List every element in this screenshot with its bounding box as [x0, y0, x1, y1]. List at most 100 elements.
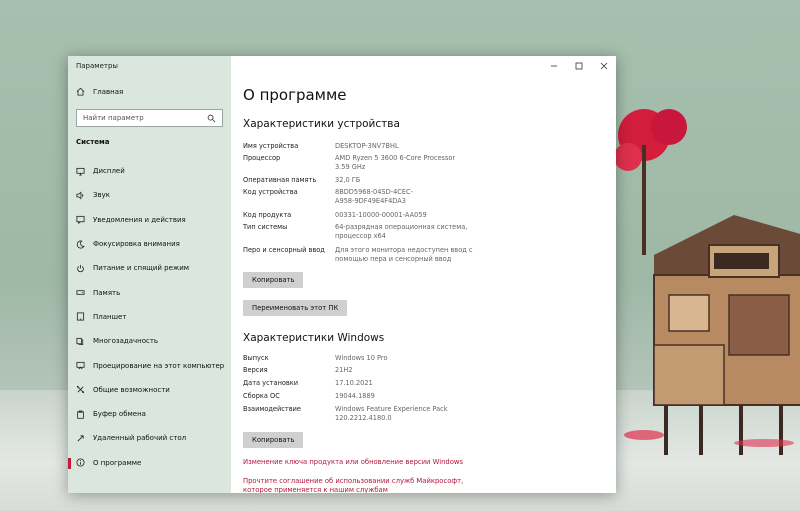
content-pane: О программе Характеристики устройства Им… — [231, 56, 616, 493]
spec-key: Дата установки — [243, 379, 299, 387]
spec-key: Сборка ОС — [243, 392, 280, 400]
sidebar-item-notifications[interactable]: Уведомления и действия — [68, 208, 231, 232]
sidebar-item-label: Фокусировка внимания — [93, 240, 180, 249]
services-agreement-link[interactable]: Прочтите соглашение об использовании слу… — [243, 477, 463, 493]
sidebar-item-projecting[interactable]: Проецирование на этот компьютер — [68, 353, 231, 377]
spec-install-date: Дата установки 17.10.2021 — [243, 379, 493, 388]
sidebar-item-power[interactable]: Питание и спящий режим — [68, 256, 231, 280]
spec-version: Версия 21H2 — [243, 366, 493, 375]
spec-key: Оперативная память — [243, 176, 317, 184]
monitor-icon — [76, 167, 85, 176]
search-input[interactable] — [83, 114, 203, 122]
spec-key: Тип системы — [243, 223, 288, 231]
sidebar-item-label: Уведомления и действия — [93, 215, 186, 224]
sidebar-item-label: Память — [93, 288, 121, 297]
remote-desktop-icon — [76, 434, 85, 443]
spec-value: AMD Ryzen 5 3600 6-Core Processor 3.59 G… — [335, 154, 456, 171]
info-icon — [76, 458, 85, 467]
spec-value: 00331-10000-00001-AA059 — [335, 211, 427, 219]
spec-edition: Выпуск Windows 10 Pro — [243, 354, 493, 363]
spec-key: Версия — [243, 366, 268, 374]
spec-key: Выпуск — [243, 354, 269, 362]
rename-pc-button[interactable]: Переименовать этот ПК — [243, 300, 348, 316]
sidebar-item-label: Дисплей — [93, 167, 125, 176]
spec-key: Код продукта — [243, 211, 292, 219]
minimize-icon — [550, 65, 557, 67]
moon-icon — [76, 240, 85, 249]
sidebar-item-label: Звук — [93, 191, 110, 200]
sidebar-item-label: Планшет — [93, 312, 127, 321]
windows-specs-heading: Характеристики Windows — [243, 332, 385, 344]
settings-window: Параметры Главная Система Дисплей Звук — [68, 56, 616, 493]
spec-device-id: Код устройства 8BDD5968-04SD-4CEC- A958-… — [243, 188, 493, 206]
notifications-icon — [76, 215, 85, 225]
page-title: О программе — [243, 86, 347, 104]
spec-value: 17.10.2021 — [335, 379, 373, 387]
spec-key: Имя устройства — [243, 142, 299, 150]
sidebar-item-display[interactable]: Дисплей — [68, 159, 231, 183]
projecting-icon — [76, 361, 85, 370]
window-controls — [541, 56, 616, 76]
maximize-icon — [575, 62, 582, 70]
change-product-key-link[interactable]: Изменение ключа продукта или обновление … — [243, 458, 463, 467]
spec-experience: Взаимодействие Windows Feature Experienc… — [243, 405, 493, 423]
spec-value: DESKTOP-3NV7BHL — [335, 142, 399, 150]
multitasking-icon — [76, 337, 85, 346]
search-box[interactable] — [76, 109, 223, 127]
spec-value: Windows Feature Experience Pack 120.2212… — [335, 405, 448, 422]
spec-value: 21H2 — [335, 366, 353, 374]
close-button[interactable] — [591, 56, 616, 76]
home-icon — [76, 87, 85, 96]
storage-icon — [76, 288, 85, 297]
spec-processor: Процессор AMD Ryzen 5 3600 6-Core Proces… — [243, 154, 493, 172]
close-icon — [600, 62, 607, 70]
copy-windows-specs-button[interactable]: Копировать — [243, 432, 304, 448]
spec-key: Код устройства — [243, 188, 298, 196]
sidebar-nav: Дисплей Звук Уведомления и действия Фоку… — [68, 159, 231, 475]
clipboard-icon — [76, 410, 85, 419]
sidebar-item-label: Проецирование на этот компьютер — [93, 361, 225, 370]
spec-ram: Оперативная память 32,0 ГБ — [243, 176, 493, 185]
shared-experiences-icon — [76, 385, 85, 394]
sidebar-item-label: Многозадачность — [93, 337, 159, 346]
spec-value: 32,0 ГБ — [335, 176, 361, 184]
copy-device-specs-button[interactable]: Копировать — [243, 272, 304, 288]
spec-os-build: Сборка ОС 19044.1889 — [243, 392, 493, 401]
spec-device-name: Имя устройства DESKTOP-3NV7BHL — [243, 142, 493, 151]
sidebar-item-label: О программе — [93, 458, 142, 467]
spec-pen-touch: Перо и сенсорный ввод Для этого монитора… — [243, 246, 493, 264]
wallpaper-stilt-house — [614, 109, 800, 455]
maximize-button[interactable] — [566, 56, 591, 76]
sidebar-item-remote-desktop[interactable]: Удаленный рабочий стол — [68, 426, 231, 450]
device-specs-heading: Характеристики устройства — [243, 118, 400, 130]
tablet-icon — [76, 312, 85, 321]
sidebar-item-multitasking[interactable]: Многозадачность — [68, 329, 231, 353]
spec-value: 19044.1889 — [335, 392, 375, 400]
spec-system-type: Тип системы 64-разрядная операционная си… — [243, 223, 493, 241]
speaker-icon — [76, 191, 85, 200]
spec-value: 64-разрядная операционная система, проце… — [335, 223, 468, 240]
spec-key: Взаимодействие — [243, 405, 301, 413]
sidebar-home-label: Главная — [93, 87, 124, 96]
sidebar-item-sound[interactable]: Звук — [68, 183, 231, 207]
spec-value: Windows 10 Pro — [335, 354, 388, 362]
window-title: Параметры — [76, 62, 118, 70]
sidebar-home[interactable]: Главная — [76, 87, 123, 96]
sidebar-item-clipboard[interactable]: Буфер обмена — [68, 402, 231, 426]
spec-value: 8BDD5968-04SD-4CEC- A958-9DF49E4F4DA3 — [335, 188, 414, 205]
sidebar-item-label: Буфер обмена — [93, 410, 146, 419]
spec-key: Перо и сенсорный ввод — [243, 246, 325, 254]
sidebar-item-shared-experiences[interactable]: Общие возможности — [68, 378, 231, 402]
sidebar-section-title: Система — [76, 138, 110, 146]
minimize-button[interactable] — [541, 56, 566, 76]
spec-product-id: Код продукта 00331-10000-00001-AA059 — [243, 211, 493, 220]
power-icon — [76, 264, 85, 273]
sidebar-item-label: Питание и спящий режим — [93, 264, 190, 273]
sidebar-item-label: Общие возможности — [93, 385, 170, 394]
sidebar-item-storage[interactable]: Память — [68, 280, 231, 304]
sidebar-item-about[interactable]: О программе — [68, 451, 231, 475]
sidebar: Параметры Главная Система Дисплей Звук — [68, 56, 231, 493]
sidebar-item-focus-assist[interactable]: Фокусировка внимания — [68, 232, 231, 256]
search-icon[interactable] — [207, 114, 216, 123]
sidebar-item-tablet[interactable]: Планшет — [68, 305, 231, 329]
